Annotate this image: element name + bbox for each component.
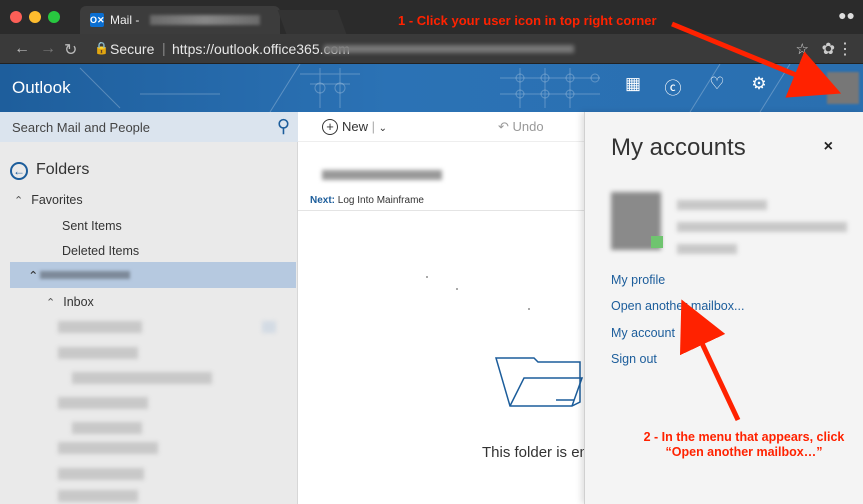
- outlook-header: Outlook ▦ ⓒ ♡ ⚙ ?: [0, 64, 863, 112]
- my-profile-link[interactable]: My profile: [611, 273, 665, 287]
- divider: [298, 210, 584, 211]
- account-name-redacted: [677, 200, 767, 210]
- favorites-group[interactable]: ⌃ Favorites: [14, 193, 83, 207]
- chevron-up-icon[interactable]: ⌃: [46, 297, 55, 309]
- command-bar: + New | ⌄ ↶ Undo: [298, 112, 584, 142]
- bell-icon[interactable]: ♡: [704, 74, 730, 94]
- inbox-label: Inbox: [63, 295, 94, 309]
- sign-out-link[interactable]: Sign out: [611, 352, 657, 366]
- search-box[interactable]: Search Mail and People ⚲: [0, 112, 298, 142]
- extension-icon[interactable]: ✿: [822, 39, 835, 59]
- new-button[interactable]: + New | ⌄: [322, 119, 387, 135]
- new-label: New: [342, 119, 369, 134]
- app-launcher-icon[interactable]: ▦: [620, 74, 646, 94]
- secure-label: Secure: [110, 41, 155, 57]
- reload-icon[interactable]: ↻: [64, 40, 77, 60]
- chevron-down-icon[interactable]: ⌄: [379, 123, 387, 134]
- search-input[interactable]: Search Mail and People: [12, 120, 150, 135]
- outlook-tab-icon: O✕: [90, 13, 105, 27]
- new-tab-button[interactable]: [277, 10, 347, 34]
- account-name-redacted: [40, 271, 130, 279]
- favorites-label: Favorites: [31, 193, 83, 207]
- account-folder-selected[interactable]: ⌃: [10, 262, 296, 288]
- folder-deleted-items[interactable]: Deleted Items: [62, 244, 139, 258]
- account-detail-redacted: [677, 244, 737, 254]
- step2-annotation: 2 - In the menu that appears, click “Ope…: [628, 430, 860, 460]
- subfolder-redacted[interactable]: [72, 422, 142, 434]
- panel-title: My accounts: [611, 134, 746, 161]
- browser-tab[interactable]: O✕ Mail -: [80, 6, 280, 34]
- empty-folder-icon: [495, 357, 584, 407]
- back-icon[interactable]: ←: [14, 40, 30, 58]
- help-icon[interactable]: ?: [786, 74, 812, 94]
- user-avatar-button[interactable]: [827, 72, 859, 104]
- forward-icon[interactable]: →: [40, 40, 56, 58]
- presence-status-icon: [651, 236, 663, 248]
- subfolder-redacted[interactable]: [58, 490, 138, 502]
- search-icon[interactable]: ⚲: [277, 116, 290, 137]
- lock-icon: 🔒: [94, 41, 109, 55]
- undo-label: Undo: [512, 119, 544, 134]
- step2-line1: 2 - In the menu that appears, click: [643, 430, 845, 444]
- back-arrow-icon[interactable]: ←: [10, 162, 28, 180]
- next-label: Next:: [310, 195, 336, 206]
- incognito-icon[interactable]: ●●: [838, 7, 855, 23]
- step1-annotation: 1 - Click your user icon in top right co…: [398, 13, 657, 28]
- account-email-redacted: [677, 222, 847, 232]
- step2-line2: “Open another mailbox…”: [665, 445, 823, 459]
- outlook-brand[interactable]: Outlook: [12, 78, 71, 98]
- url-field[interactable]: 🔒 Secure | https://outlook.office365.com: [88, 39, 816, 59]
- open-another-mailbox-link[interactable]: Open another mailbox...: [611, 299, 744, 313]
- unread-count-redacted: [262, 321, 276, 333]
- inbox-folder[interactable]: ⌃ Inbox: [46, 295, 94, 309]
- dot: [528, 308, 530, 310]
- maximize-dot-icon[interactable]: [48, 11, 60, 23]
- address-bar: ← → ↻ 🔒 Secure | https://outlook.office3…: [0, 34, 863, 64]
- tab-title-redacted: [150, 15, 260, 25]
- chevron-up-icon[interactable]: ⌃: [14, 195, 23, 207]
- undo-icon: ↶: [498, 119, 509, 134]
- message-sender-redacted[interactable]: [322, 170, 442, 180]
- chevron-up-icon[interactable]: ⌃: [28, 268, 38, 283]
- close-dot-icon[interactable]: [10, 11, 22, 23]
- subfolder-redacted[interactable]: [58, 468, 144, 480]
- next-value: Log Into Mainframe: [337, 195, 424, 206]
- next-event[interactable]: Next: Log Into Mainframe: [310, 195, 424, 206]
- folders-label: Folders: [36, 161, 90, 178]
- new-split-separator: |: [371, 119, 376, 134]
- dot: [426, 276, 428, 278]
- subfolder-redacted[interactable]: [58, 321, 142, 333]
- plus-icon: +: [322, 119, 338, 135]
- star-icon[interactable]: ☆: [796, 40, 809, 58]
- subfolder-redacted[interactable]: [58, 397, 148, 409]
- url-redacted: [324, 45, 574, 53]
- gear-icon[interactable]: ⚙: [746, 74, 772, 94]
- subfolder-redacted[interactable]: [72, 372, 212, 384]
- undo-button[interactable]: ↶ Undo: [498, 119, 544, 135]
- subfolder-redacted[interactable]: [58, 347, 138, 359]
- tab-title: Mail -: [110, 13, 140, 27]
- close-icon[interactable]: ×: [824, 138, 833, 156]
- kebab-icon[interactable]: ⋮: [837, 39, 853, 59]
- empty-folder-message: This folder is em: [482, 444, 593, 461]
- header-blueprint-pattern: [79, 64, 791, 112]
- folder-pane: Search Mail and People ⚲ ← Folders ⌃ Favo…: [0, 112, 298, 504]
- folder-sent-items[interactable]: Sent Items: [62, 219, 122, 233]
- subfolder-redacted[interactable]: [58, 442, 158, 454]
- skype-icon[interactable]: ⓒ: [660, 74, 686, 99]
- minimize-dot-icon[interactable]: [29, 11, 41, 23]
- url-separator: |: [162, 40, 166, 56]
- my-account-link[interactable]: My account: [611, 326, 675, 340]
- dot: [456, 288, 458, 290]
- message-list-pane: + New | ⌄ ↶ Undo Next: Log Into Mainframe…: [298, 112, 592, 504]
